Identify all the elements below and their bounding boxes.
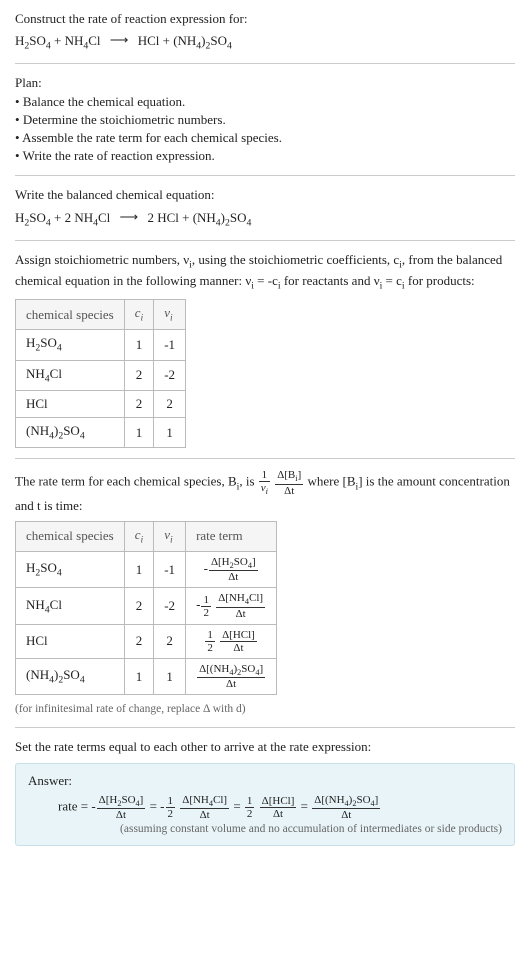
col-ci: ci (124, 521, 154, 551)
table-row: H2SO4 1 -1 (16, 330, 186, 360)
col-species: chemical species (16, 521, 125, 551)
divider (15, 175, 515, 176)
balanced-section: Write the balanced chemical equation: H2… (15, 186, 515, 229)
header-equation: H2SO4 + NH4Cl ⟶ HCl + (NH4)2SO4 (15, 32, 515, 53)
col-vi: νi (154, 300, 186, 330)
plan-item: • Balance the chemical equation. (15, 93, 515, 111)
final-section: Set the rate terms equal to each other t… (15, 738, 515, 846)
col-rate: rate term (186, 521, 277, 551)
table-row: NH4Cl 2 -2 -12 Δ[NH4Cl]Δt (16, 588, 277, 624)
table-row: (NH4)2SO4 1 1 Δ[(NH4)2SO4]Δt (16, 659, 277, 695)
assign-section: Assign stoichiometric numbers, νi, using… (15, 251, 515, 449)
frac-dBi-dt: Δ[Bi]Δt (275, 469, 303, 496)
final-label: Set the rate terms equal to each other t… (15, 738, 515, 756)
col-ci: ci (124, 300, 154, 330)
infinitesimal-note: (for infinitesimal rate of change, repla… (15, 701, 515, 717)
divider (15, 63, 515, 64)
plan-item: • Determine the stoichiometric numbers. (15, 111, 515, 129)
balanced-equation: H2SO4 + 2 NH4Cl ⟶ 2 HCl + (NH4)2SO4 (15, 209, 515, 230)
divider (15, 458, 515, 459)
balanced-label: Write the balanced chemical equation: (15, 186, 515, 204)
answer-equation: rate = -Δ[H2SO4]Δt = -12 Δ[NH4Cl]Δt = 12… (58, 794, 502, 821)
rateterm-section: The rate term for each chemical species,… (15, 469, 515, 717)
col-vi: νi (154, 521, 186, 551)
header-title: Construct the rate of reaction expressio… (15, 10, 515, 28)
table-row: NH4Cl 2 -2 (16, 360, 186, 390)
plan-item: • Write the rate of reaction expression. (15, 147, 515, 165)
table-row: HCl 2 2 12 Δ[HCl]Δt (16, 624, 277, 658)
answer-label: Answer: (28, 772, 502, 790)
table-row: H2SO4 1 -1 -Δ[H2SO4]Δt (16, 552, 277, 588)
divider (15, 240, 515, 241)
stoich-table: chemical species ci νi H2SO4 1 -1 NH4Cl … (15, 299, 186, 448)
header-section: Construct the rate of reaction expressio… (15, 10, 515, 53)
plan-item: • Assemble the rate term for each chemic… (15, 129, 515, 147)
divider (15, 727, 515, 728)
table-row: HCl 2 2 (16, 390, 186, 417)
rateterm-table: chemical species ci νi rate term H2SO4 1… (15, 521, 277, 695)
plan-label: Plan: (15, 74, 515, 92)
plan-section: Plan: • Balance the chemical equation. •… (15, 74, 515, 165)
table-row: (NH4)2SO4 1 1 (16, 418, 186, 448)
answer-note: (assuming constant volume and no accumul… (28, 821, 502, 837)
answer-box: Answer: rate = -Δ[H2SO4]Δt = -12 Δ[NH4Cl… (15, 763, 515, 847)
col-species: chemical species (16, 300, 125, 330)
frac-1-over-vi: 1νi (259, 469, 270, 496)
